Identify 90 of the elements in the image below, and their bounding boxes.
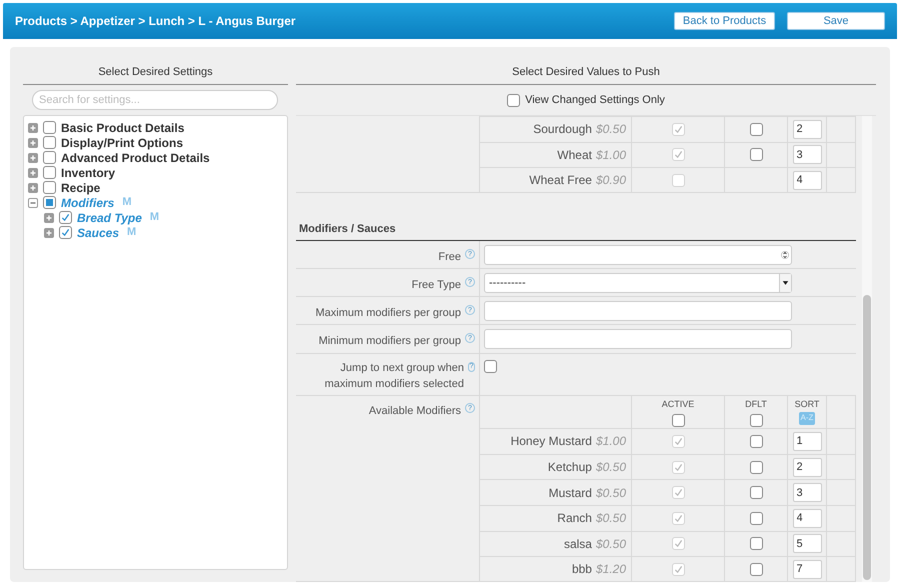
panel-title: Select Desired Settings xyxy=(98,66,213,78)
header-button[interactable]: Back to Products xyxy=(674,12,775,30)
number-field[interactable] xyxy=(484,244,792,265)
tree-item-label[interactable]: Inventory xyxy=(61,164,116,182)
tree-item-label[interactable]: Modifiers xyxy=(61,194,114,212)
sort-input[interactable]: 1 xyxy=(792,432,822,451)
modifier-name: Ranch xyxy=(557,510,592,528)
scrollbar-thumb[interactable] xyxy=(863,295,871,580)
expand-icon[interactable] xyxy=(28,122,38,132)
spinner-arrows-icon[interactable] xyxy=(781,248,789,261)
checkbox[interactable] xyxy=(750,148,762,162)
sort-input[interactable]: 2 xyxy=(792,120,822,139)
column-header: DFLT xyxy=(745,398,767,412)
tree-item-label[interactable]: Bread Type xyxy=(77,208,142,226)
field-label: Free xyxy=(438,250,461,266)
modified-label: M xyxy=(122,195,132,210)
modifier-price: $0.50 xyxy=(596,510,626,528)
field-label: Jump to next group when maximum modifiers selected xyxy=(324,360,464,392)
checkbox[interactable] xyxy=(672,414,684,427)
expand-icon[interactable] xyxy=(28,182,38,192)
sort-input[interactable]: 3 xyxy=(792,483,822,502)
checkbox[interactable] xyxy=(484,360,497,373)
sort-input[interactable]: 7 xyxy=(792,560,822,579)
modifier-name: Honey Mustard xyxy=(510,433,592,450)
tree-item-label[interactable]: Basic Product Details xyxy=(61,118,184,136)
sort-input[interactable]: 3 xyxy=(792,145,822,164)
panel-title: Select Desired Values to Push xyxy=(512,66,660,78)
sort-input[interactable]: 4 xyxy=(792,508,822,528)
checkbox[interactable] xyxy=(750,562,762,576)
checkbox[interactable] xyxy=(507,94,520,106)
section-title: Modifiers / Sauces xyxy=(299,223,396,236)
checkbox[interactable] xyxy=(43,196,56,209)
column-header: ACTIVE xyxy=(662,398,694,412)
expand-icon[interactable] xyxy=(28,168,38,178)
modifier-name: Wheat Free xyxy=(529,172,592,190)
expand-icon[interactable] xyxy=(28,152,38,162)
field-label: Available Modifiers xyxy=(368,404,461,420)
input-field[interactable] xyxy=(484,300,792,321)
expand-icon[interactable] xyxy=(28,138,38,148)
expand-icon[interactable] xyxy=(44,212,54,222)
checkbox[interactable] xyxy=(750,434,762,448)
modifier-name: Wheat xyxy=(557,146,592,164)
checkbox[interactable] xyxy=(43,136,56,149)
expand-icon[interactable] xyxy=(44,228,54,238)
modifier-price: $0.90 xyxy=(596,172,626,190)
tree-item-label[interactable]: Recipe xyxy=(61,178,100,196)
sort-input[interactable]: 4 xyxy=(792,170,822,190)
field-label: Free Type xyxy=(412,278,461,294)
column-header: SORT xyxy=(794,398,820,412)
checkbox[interactable] xyxy=(43,181,56,194)
breadcrumb: Products > Appetizer > Lunch > L - Angus Burger xyxy=(15,13,296,30)
modified-label: M xyxy=(127,225,136,240)
header-button[interactable]: Save xyxy=(787,12,885,30)
modifier-price: $0.50 xyxy=(596,484,626,502)
checkbox[interactable] xyxy=(59,211,72,224)
modifier-price: $0.50 xyxy=(596,459,626,476)
modified-label: M xyxy=(150,210,160,226)
checkbox[interactable] xyxy=(43,166,56,179)
search-field[interactable]: Search for settings... xyxy=(32,90,278,110)
checkbox[interactable] xyxy=(43,121,56,134)
type-select[interactable]: ---------- xyxy=(484,272,792,293)
collapse-icon[interactable] xyxy=(28,198,38,208)
modifier-name: salsa xyxy=(564,536,592,553)
checkbox[interactable] xyxy=(43,151,56,164)
checkbox[interactable] xyxy=(750,460,762,474)
modifier-price: $0.50 xyxy=(596,536,626,553)
input-field[interactable] xyxy=(484,329,792,349)
modifier-price: $1.00 xyxy=(596,433,626,450)
checkbox[interactable] xyxy=(750,486,762,500)
modifier-price: $1.00 xyxy=(596,146,626,164)
field-label: Minimum modifiers per group xyxy=(318,334,461,350)
modifier-price: $0.50 xyxy=(596,121,626,138)
tree-item-label[interactable]: Advanced Product Details xyxy=(61,148,210,166)
checkbox[interactable] xyxy=(59,226,72,239)
field-label: Maximum modifiers per group xyxy=(316,306,461,322)
modifier-name: Mustard xyxy=(548,484,592,502)
modifier-name: Sourdough xyxy=(533,121,592,138)
modifier-name: Ketchup xyxy=(548,459,592,476)
modifier-price: $1.20 xyxy=(596,561,626,578)
modifier-name: bbb xyxy=(572,561,592,578)
checkbox-label[interactable]: View Changed Settings Only xyxy=(525,92,665,108)
checkbox[interactable] xyxy=(750,414,762,427)
checkbox[interactable] xyxy=(750,537,762,550)
tree-item-label[interactable]: Display/Print Options xyxy=(61,134,184,152)
checkbox[interactable] xyxy=(750,512,762,525)
tree-item-label[interactable]: Sauces xyxy=(77,224,120,242)
sort-input[interactable]: 5 xyxy=(792,534,822,554)
sort-input[interactable]: 2 xyxy=(792,458,822,477)
caret-icon xyxy=(779,274,791,292)
checkbox[interactable] xyxy=(750,122,762,136)
